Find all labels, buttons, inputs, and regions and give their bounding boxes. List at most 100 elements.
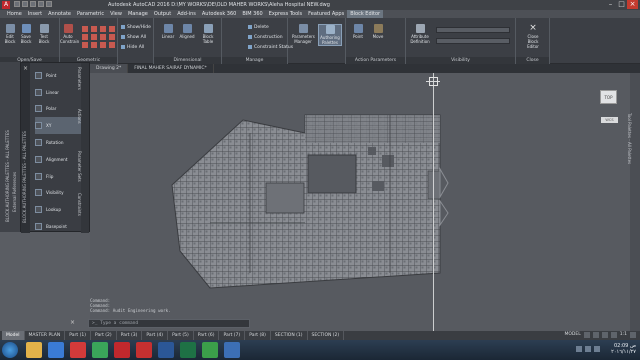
- ribbon-tab[interactable]: Block Editor: [347, 10, 384, 18]
- save-icon[interactable]: [30, 1, 36, 7]
- ribbon-tab[interactable]: Home: [4, 10, 25, 18]
- start-button-icon[interactable]: [2, 342, 18, 358]
- word-icon[interactable]: [158, 342, 174, 358]
- delete-button[interactable]: Delete: [248, 25, 269, 30]
- ribbon-tab[interactable]: Featured Apps: [305, 10, 347, 18]
- document-tab[interactable]: FINAL MAHER SAIRAF DYNAMIC*: [128, 64, 214, 73]
- palette-item[interactable]: Rotation: [35, 134, 81, 151]
- tool-palettes-label[interactable]: Tool Palettes - All Palettes: [627, 113, 632, 164]
- command-close-icon[interactable]: ×: [70, 319, 78, 327]
- horizontal-icon[interactable]: [100, 34, 106, 40]
- model-space-label[interactable]: MODEL: [565, 332, 581, 338]
- layout-tab[interactable]: Model: [2, 331, 25, 340]
- test-block-button[interactable]: Test Block: [36, 24, 52, 44]
- camtasia-icon[interactable]: [202, 342, 218, 358]
- close-block-editor-button[interactable]: × Close Block Editor: [522, 24, 544, 50]
- show-hide-button[interactable]: Show/Hide: [121, 25, 151, 30]
- show-all-button[interactable]: Show All: [121, 35, 146, 40]
- annotation-scale[interactable]: 1:1: [620, 332, 627, 338]
- parameters-manager-button[interactable]: Parameters Manager: [292, 24, 315, 44]
- palette-item[interactable]: Polar: [35, 101, 81, 118]
- ribbon-tab[interactable]: Output: [151, 10, 174, 18]
- attribute-definition-button[interactable]: Attribute Definition: [410, 24, 430, 44]
- ribbon-tab[interactable]: Insert: [25, 10, 45, 18]
- chrome-icon[interactable]: [92, 342, 108, 358]
- parallel-icon[interactable]: [82, 34, 88, 40]
- ribbon-tab[interactable]: BIM 360: [239, 10, 265, 18]
- visibility-mode-field[interactable]: [436, 38, 510, 44]
- ribbon-tab[interactable]: Parametric: [74, 10, 107, 18]
- clock[interactable]: 02:09 ص ٢٠١٦/١١/٢٧: [611, 343, 636, 355]
- redo-icon[interactable]: [46, 1, 52, 7]
- language-icon[interactable]: [576, 346, 582, 352]
- maximize-icon[interactable]: □: [616, 0, 627, 9]
- visibility-state-dropdown[interactable]: [436, 27, 510, 33]
- layout-tab[interactable]: Part (4): [142, 331, 169, 340]
- point-button[interactable]: Point: [350, 24, 366, 39]
- layout-tab[interactable]: Part (6): [194, 331, 220, 340]
- palette-item[interactable]: XY: [35, 117, 81, 135]
- smooth-icon[interactable]: [91, 42, 97, 48]
- new-icon[interactable]: [14, 1, 20, 7]
- layout-tab[interactable]: Part (2): [91, 331, 117, 340]
- ribbon-tab[interactable]: View: [107, 10, 125, 18]
- edit-block-button[interactable]: Edit Block: [2, 24, 18, 44]
- constraint-status-button[interactable]: Constraint Status: [248, 45, 293, 50]
- palette-item[interactable]: Basepoint: [35, 218, 81, 235]
- palette-item[interactable]: Flip: [35, 168, 81, 185]
- polar-icon[interactable]: [610, 332, 617, 338]
- layout-tab[interactable]: Part (7): [219, 331, 246, 340]
- palette-item[interactable]: Linear: [35, 84, 81, 101]
- palette-tab[interactable]: Constraints: [77, 193, 82, 216]
- palette-tab[interactable]: Parameter Sets: [77, 151, 82, 182]
- palette-item[interactable]: Visibility: [35, 185, 81, 202]
- external-references-label[interactable]: External References: [12, 172, 17, 212]
- autocad-icon[interactable]: [114, 342, 130, 358]
- customization-icon[interactable]: [630, 332, 636, 338]
- explorer-icon[interactable]: [26, 342, 42, 358]
- perpendicular-icon[interactable]: [91, 34, 97, 40]
- linear-button[interactable]: Linear: [160, 24, 176, 39]
- equal-icon[interactable]: [109, 42, 115, 48]
- collinear-icon[interactable]: [91, 26, 97, 32]
- layout-tab[interactable]: Part (3): [117, 331, 143, 340]
- snap-icon[interactable]: [592, 332, 599, 338]
- layout-tab[interactable]: MASTER PLAN: [25, 331, 66, 340]
- ribbon-tab[interactable]: Autodesk 360: [199, 10, 240, 18]
- palette-item[interactable]: Point: [35, 67, 81, 84]
- grid-icon[interactable]: [583, 332, 590, 338]
- drawing-canvas[interactable]: [90, 73, 630, 331]
- palette-titlebar[interactable]: × BLOCK AUTHORING PALETTES - ALL PALETTE…: [21, 63, 30, 233]
- palette-tab[interactable]: Parameters: [77, 67, 82, 90]
- palette-tab[interactable]: Actions: [77, 109, 82, 124]
- symmetric-icon[interactable]: [100, 42, 106, 48]
- pdf-icon[interactable]: [136, 342, 152, 358]
- coincident-icon[interactable]: [82, 26, 88, 32]
- tangent-icon[interactable]: [82, 42, 88, 48]
- hide-all-button[interactable]: Hide All: [121, 45, 144, 50]
- authoring-palettes-button[interactable]: Authoring Palettes: [318, 24, 342, 46]
- palette-item[interactable]: Lookup: [35, 201, 81, 218]
- opera-icon[interactable]: [70, 342, 86, 358]
- ribbon-tab[interactable]: Add-ins: [174, 10, 199, 18]
- layout-tab[interactable]: Part (5): [168, 331, 194, 340]
- ribbon-tab[interactable]: Express Tools: [266, 10, 305, 18]
- minimize-icon[interactable]: –: [605, 0, 616, 9]
- save-block-button[interactable]: Save Block: [18, 24, 34, 44]
- palette-close-icon[interactable]: ×: [22, 65, 29, 72]
- media-player-icon[interactable]: [48, 342, 64, 358]
- fix-icon[interactable]: [109, 26, 115, 32]
- aligned-button[interactable]: Aligned: [179, 24, 195, 39]
- move-button[interactable]: Move: [370, 24, 386, 39]
- construction-button[interactable]: Construction: [248, 35, 283, 40]
- auto-constrain-button[interactable]: Auto Constrain: [60, 24, 79, 44]
- layout-tab[interactable]: SECTION (1): [271, 331, 308, 340]
- layout-tab[interactable]: Part (1): [65, 331, 91, 340]
- autocad-logo-icon[interactable]: A: [2, 1, 10, 9]
- open-icon[interactable]: [22, 1, 28, 7]
- ortho-icon[interactable]: [601, 332, 608, 338]
- document-tab[interactable]: Drawing 2*: [90, 64, 129, 73]
- close-window-icon[interactable]: ×: [627, 0, 638, 9]
- volume-icon[interactable]: [594, 346, 600, 352]
- network-icon[interactable]: [585, 346, 591, 352]
